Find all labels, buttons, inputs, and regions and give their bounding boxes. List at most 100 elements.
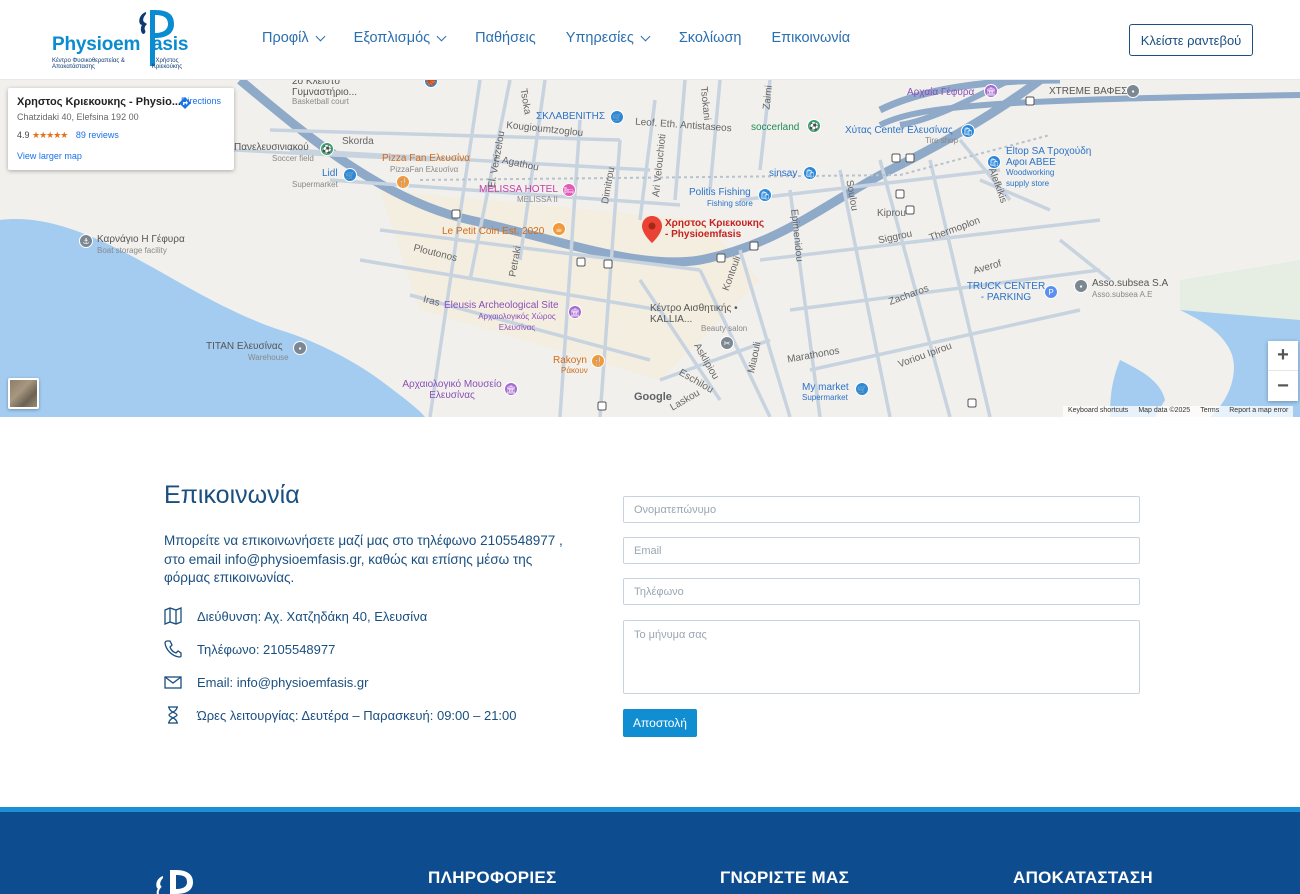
email-row: Email: info@physioemfasis.gr <box>164 673 368 691</box>
directions-button[interactable]: Directions <box>178 96 224 109</box>
nav-item[interactable]: Σκολίωση <box>679 30 742 46</box>
mymarket-marker-icon[interactable]: 🛒 <box>855 382 869 396</box>
sklavenitis-marker-icon[interactable]: 🛒 <box>610 110 624 124</box>
footer-logo[interactable] <box>153 864 213 894</box>
kallia-marker-icon[interactable]: ✂ <box>720 336 734 350</box>
politis-marker-icon[interactable]: 🛍 <box>758 188 772 202</box>
satellite-toggle-button[interactable] <box>8 378 39 409</box>
map-label-sklav: ΣΚΛΑΒΕΝΙΤΗΣ <box>536 111 606 122</box>
map-label-melissa-sub: MELISSA II <box>517 195 558 204</box>
email-field[interactable]: Email <box>623 537 1140 564</box>
museum-marker-icon[interactable]: 🏛 <box>504 382 518 396</box>
hytas-marker-icon[interactable]: 🛍 <box>961 124 975 138</box>
message-field[interactable]: Το μήνυμα σας <box>623 620 1140 694</box>
nav-item[interactable]: Υπηρεσίες <box>565 30 651 46</box>
reviews-link[interactable]: 89 reviews <box>76 130 119 140</box>
zoom-in-button[interactable]: + <box>1268 341 1298 371</box>
map-label-pizza: Pizza Fan Ελευσίνα <box>382 153 471 164</box>
hours-text: Ώρες λειτουργίας: Δευτέρα – Παρασκευή: 0… <box>197 707 517 723</box>
map-attribution: Keyboard shortcuts Map data ©2025 Terms … <box>1063 406 1294 417</box>
nav-item-label: Παθήσεις <box>475 30 536 46</box>
map-label-panelefs-sub: Soccer field <box>272 154 314 163</box>
map-label-titan: TITAN Ελευσίνας <box>206 341 283 352</box>
pizza-marker-icon[interactable]: 🍴 <box>396 175 410 189</box>
street-label: Skorda <box>342 136 374 147</box>
phone-field[interactable]: Τηλέφωνο <box>623 578 1140 605</box>
soccerland-marker-icon[interactable]: ⚽ <box>807 119 821 133</box>
eleusis-marker-icon[interactable]: 🏛 <box>568 305 582 319</box>
zoom-out-button[interactable]: − <box>1268 371 1298 401</box>
phone-icon <box>164 640 182 658</box>
map-label-pizza-sub: PizzaFan Ελευσίνα <box>390 165 459 174</box>
nav-item[interactable]: Παθήσεις <box>475 30 536 46</box>
map-label-eleusis: Eleusis Archeological Site <box>444 300 559 311</box>
email-text: Email: info@physioemfasis.gr <box>197 674 369 690</box>
lidl-marker-icon[interactable]: 🛒 <box>343 168 357 182</box>
asso-marker-icon[interactable]: ▪ <box>1074 279 1088 293</box>
map-label-kallia-sub: Beauty salon <box>701 324 748 333</box>
map-label-lidl-sub: Supermarket <box>292 180 338 189</box>
submit-button[interactable]: Αποστολή <box>623 709 697 737</box>
keyboard-shortcuts-link[interactable]: Keyboard shortcuts <box>1068 407 1128 416</box>
nav-item-label: Υπηρεσίες <box>565 30 634 46</box>
karnagio-marker-icon[interactable]: ⚓ <box>79 234 93 248</box>
name-field[interactable]: Ονοματεπώνυμο <box>623 496 1140 523</box>
map-label-eltop: Eltop SA Τροχούδη Αφοι ΑΒΕΕ <box>1006 146 1092 168</box>
site-header: Physioem asis Κέντρο Φυσικοθεραπείας & Α… <box>0 0 1300 80</box>
titan-marker-icon[interactable]: ▪ <box>293 341 307 355</box>
rating-value: 4.9 <box>17 130 30 140</box>
chevron-down-icon <box>640 31 651 41</box>
map-label-titan-sub: Warehouse <box>248 353 289 362</box>
map-label-mymarket-sub: Supermarket <box>802 393 848 402</box>
rakoyn-marker-icon[interactable]: 🍴 <box>591 354 605 368</box>
map-label-panelefs: Πανελευσινιακού <box>234 142 309 153</box>
map-label-lidl: Lidl <box>322 168 338 179</box>
terms-link[interactable]: Terms <box>1200 407 1219 416</box>
chevron-down-icon <box>315 31 326 41</box>
directions-icon <box>179 97 191 109</box>
contact-intro-text: Μπορείτε να επικοινωνήσετε μαζί μας στο … <box>164 533 563 585</box>
nav-item[interactable]: Επικοινωνία <box>771 30 850 46</box>
contact-title: Επικοινωνία <box>164 481 300 509</box>
map-label-eltop-sub: Woodworking supply store <box>1006 168 1055 188</box>
map-label-karnagio-sub: Boat storage facility <box>97 246 167 255</box>
map-label-petit: Le Petit Coin Est. 2020 <box>442 226 545 237</box>
nav-item[interactable]: Προφίλ <box>262 30 326 46</box>
logo-tagline-right: Χρήστος Κριεκούκης <box>151 58 183 70</box>
hourglass-icon <box>168 706 178 724</box>
google-map[interactable]: 🛒 🛒 🍴 🛏 ☕ ⚽ 🏀 ⚓ 🏛 🍴 ▪ 🏛 ⚽ 🛍 🛍 🛍 🛍 🏛 ▪ ✂ … <box>0 80 1300 417</box>
envelope-icon <box>164 676 182 689</box>
site-footer: ΠΛΗΡΟΦΟΡΙΕΣ ΓΝΩΡΙΣΤΕ ΜΑΣ ΑΠΟΚΑΤΑΣΤΑΣΗ <box>0 812 1300 894</box>
sinsay-marker-icon[interactable]: 🛍 <box>803 166 817 180</box>
footer-heading-info: ΠΛΗΡΟΦΟΡΙΕΣ <box>428 868 557 887</box>
footer-heading-rehab: ΑΠΟΚΑΤΑΣΤΑΣΗ <box>1013 868 1153 887</box>
petit-coin-marker-icon[interactable]: ☕ <box>552 222 566 236</box>
parking-marker-icon[interactable]: P <box>1044 285 1058 299</box>
address-text: Διεύθυνση: Αχ. Χατζηδάκη 40, Ελευσίνα <box>197 608 428 624</box>
site-logo[interactable]: Physioem asis Κέντρο Φυσικοθεραπείας & Α… <box>50 8 195 72</box>
report-map-error-link[interactable]: Report a map error <box>1229 407 1288 416</box>
map-label-hytas-sub: Tire shop <box>925 136 959 145</box>
map-label-soccerland: soccerland <box>751 122 800 133</box>
map-label-rakoyn-sub: Ράκουν <box>561 366 588 375</box>
hours-row: Ώρες λειτουργίας: Δευτέρα – Παρασκευή: 0… <box>164 706 517 724</box>
melissa-hotel-marker-icon[interactable]: 🛏 <box>562 183 576 197</box>
place-title: Χρηστος Κριεκουκης - Physio... <box>17 96 181 108</box>
place-info-card: Χρηστος Κριεκουκης - Physio... Chatzidak… <box>8 88 234 170</box>
nav-item-label: Προφίλ <box>262 30 309 46</box>
map-label-asso-sub: Asso.subsea A.E <box>1092 290 1153 299</box>
gefyra-marker-icon[interactable]: 🏛 <box>984 84 998 98</box>
map-label-gym-sub: Basketball court <box>292 97 349 106</box>
street-label: Kiprou <box>877 208 906 219</box>
book-appointment-button[interactable]: Κλείστε ραντεβού <box>1129 24 1253 56</box>
nav-item[interactable]: Εξοπλισμός <box>354 30 447 46</box>
panelefs-marker-icon[interactable]: ⚽ <box>320 142 334 156</box>
xtreme-marker-icon[interactable]: ▪ <box>1126 84 1140 98</box>
map-label-sinsay: sinsay <box>769 168 798 179</box>
nav-item-label: Σκολίωση <box>678 30 742 46</box>
place-rating: 4.9 ★★★★★ 89 reviews <box>17 130 119 141</box>
map-label-asso: Asso.subsea S.A <box>1092 278 1169 289</box>
map-label-museum: Αρχαιολογικό Μουσείο Ελευσίνας <box>402 379 502 401</box>
map-label-truck: TRUCK CENTER - PARKING <box>966 281 1046 303</box>
view-larger-map-link[interactable]: View larger map <box>17 151 82 161</box>
